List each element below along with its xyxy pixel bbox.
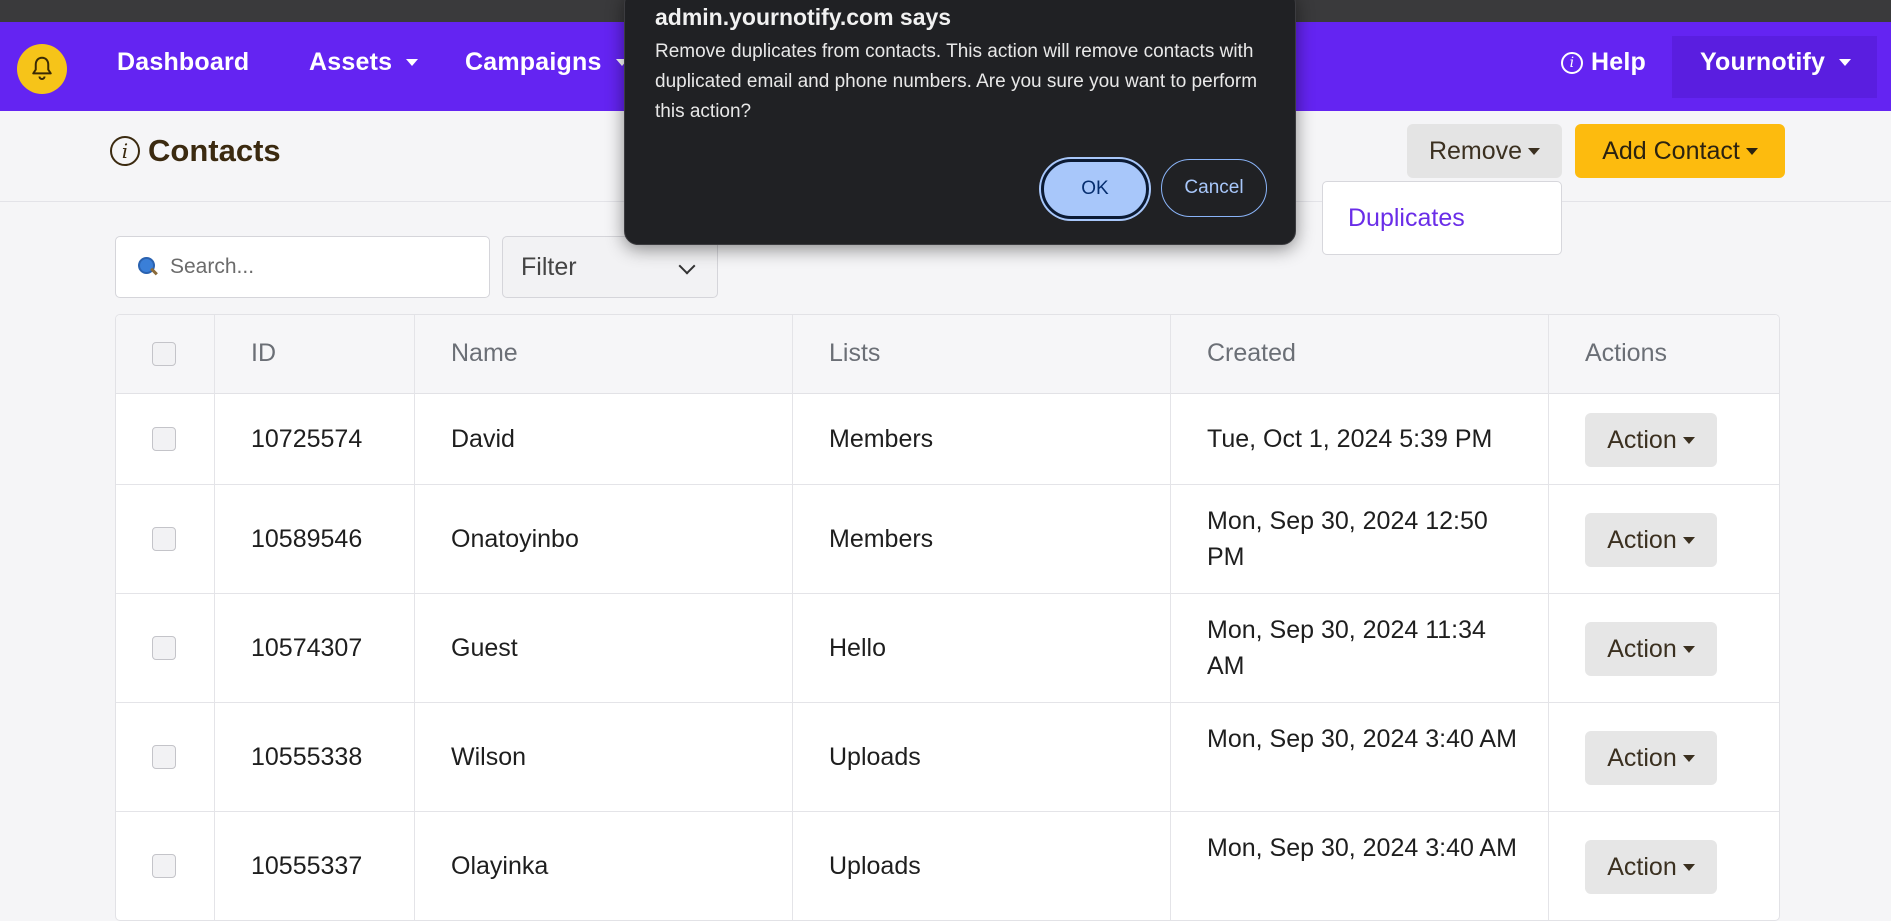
bell-icon	[32, 56, 52, 80]
cell-created: Mon, Sep 30, 2024 11:34 AM	[1207, 616, 1486, 680]
search-input[interactable]	[170, 255, 470, 279]
cell-created: Mon, Sep 30, 2024 12:50 PM	[1207, 507, 1488, 571]
nav-campaigns[interactable]: Campaigns	[465, 48, 628, 77]
nav-assets[interactable]: Assets	[309, 48, 419, 77]
row-checkbox[interactable]	[152, 745, 176, 769]
table-row: 10725574 David Members Tue, Oct 1, 2024 …	[116, 394, 1779, 485]
nav-campaigns-label: Campaigns	[465, 48, 602, 76]
info-icon[interactable]: i	[110, 136, 140, 166]
nav-user-menu[interactable]: Yournotify	[1700, 48, 1852, 77]
menu-item-duplicates[interactable]: Duplicates	[1348, 204, 1465, 233]
caret-down-icon	[1682, 645, 1695, 653]
caret-down-icon	[1682, 754, 1695, 762]
dialog-message: Remove duplicates from contacts. This ac…	[655, 41, 1258, 122]
nav-help-label: Help	[1591, 48, 1646, 76]
table-row: 10555337 Olayinka Uploads Mon, Sep 30, 2…	[116, 812, 1779, 920]
add-contact-button[interactable]: Add Contact	[1575, 124, 1785, 178]
row-action-button[interactable]: Action	[1585, 513, 1717, 567]
nav-user-label: Yournotify	[1700, 48, 1826, 76]
row-checkbox[interactable]	[152, 854, 176, 878]
ok-button[interactable]: OK	[1041, 159, 1149, 219]
action-label: Action	[1607, 852, 1677, 881]
row-checkbox[interactable]	[152, 636, 176, 660]
table-row: 10574307 Guest Hello Mon, Sep 30, 2024 1…	[116, 594, 1779, 703]
column-header-lists: Lists	[829, 339, 881, 367]
cell-id: 10574307	[251, 634, 363, 662]
cell-name: Olayinka	[451, 852, 549, 880]
row-action-button[interactable]: Action	[1585, 413, 1717, 467]
caret-down-icon	[406, 59, 419, 66]
action-label: Action	[1607, 634, 1677, 663]
column-header-id: ID	[251, 339, 276, 367]
page-title-text: Contacts	[148, 133, 281, 168]
caret-down-icon	[1682, 536, 1695, 544]
cell-name: Onatoyinbo	[451, 525, 579, 553]
cell-name: Guest	[451, 634, 518, 662]
cell-list: Members	[829, 425, 934, 453]
nav-dashboard[interactable]: Dashboard	[117, 48, 249, 77]
page-title: i Contacts	[110, 133, 281, 169]
caret-down-icon	[1682, 436, 1695, 444]
cell-list: Uploads	[829, 743, 921, 771]
filter-select[interactable]: Filter	[502, 236, 718, 298]
column-header-name: Name	[451, 339, 518, 367]
cell-list: Uploads	[829, 852, 921, 880]
bell-logo-icon[interactable]	[17, 44, 67, 94]
cell-created: Tue, Oct 1, 2024 5:39 PM	[1207, 425, 1493, 453]
select-all-checkbox[interactable]	[152, 342, 176, 366]
cell-list: Members	[829, 525, 934, 553]
cell-name: Wilson	[451, 743, 527, 771]
table-header: ID Name Lists Created Actions	[116, 315, 1779, 394]
cell-id: 10725574	[251, 425, 363, 453]
caret-down-icon	[1745, 147, 1758, 155]
cancel-button[interactable]: Cancel	[1161, 159, 1267, 217]
add-contact-label: Add Contact	[1602, 136, 1740, 165]
column-header-actions: Actions	[1585, 339, 1667, 367]
nav-dashboard-label: Dashboard	[117, 48, 250, 76]
cell-created: Mon, Sep 30, 2024 3:40 AM	[1207, 834, 1517, 862]
contacts-table: ID Name Lists Created Actions 10725574 D…	[115, 314, 1780, 921]
cell-list: Hello	[829, 634, 886, 662]
search-icon	[138, 257, 158, 277]
cell-created: Mon, Sep 30, 2024 3:40 AM	[1207, 725, 1517, 753]
cell-id: 10555337	[251, 852, 363, 880]
nav-assets-label: Assets	[309, 48, 393, 76]
table-row: 10589546 Onatoyinbo Members Mon, Sep 30,…	[116, 485, 1779, 594]
caret-down-icon	[1682, 863, 1695, 871]
caret-down-icon	[1528, 147, 1541, 155]
row-action-button[interactable]: Action	[1585, 731, 1717, 785]
filter-select-value: Filter	[521, 252, 577, 281]
row-action-button[interactable]: Action	[1585, 840, 1717, 894]
dialog-title: admin.yournotify.com says	[655, 4, 952, 30]
chevron-down-icon	[678, 257, 696, 275]
row-checkbox[interactable]	[152, 427, 176, 451]
remove-dropdown-menu: Duplicates	[1322, 181, 1562, 255]
cell-id: 10555338	[251, 743, 363, 771]
remove-button[interactable]: Remove	[1407, 124, 1562, 178]
cell-name: David	[451, 425, 515, 453]
action-label: Action	[1607, 525, 1677, 554]
confirm-dialog: admin.yournotify.com says Remove duplica…	[624, 0, 1296, 245]
action-label: Action	[1607, 743, 1677, 772]
info-icon: i	[1561, 51, 1583, 74]
search-field[interactable]	[115, 236, 490, 298]
row-checkbox[interactable]	[152, 527, 176, 551]
table-row: 10555338 Wilson Uploads Mon, Sep 30, 202…	[116, 703, 1779, 812]
nav-help[interactable]: i Help	[1561, 48, 1646, 77]
row-action-button[interactable]: Action	[1585, 622, 1717, 676]
action-label: Action	[1607, 425, 1677, 454]
column-header-created: Created	[1207, 339, 1296, 367]
remove-button-label: Remove	[1428, 136, 1523, 165]
cell-id: 10589546	[251, 525, 363, 553]
caret-down-icon	[1839, 59, 1852, 66]
